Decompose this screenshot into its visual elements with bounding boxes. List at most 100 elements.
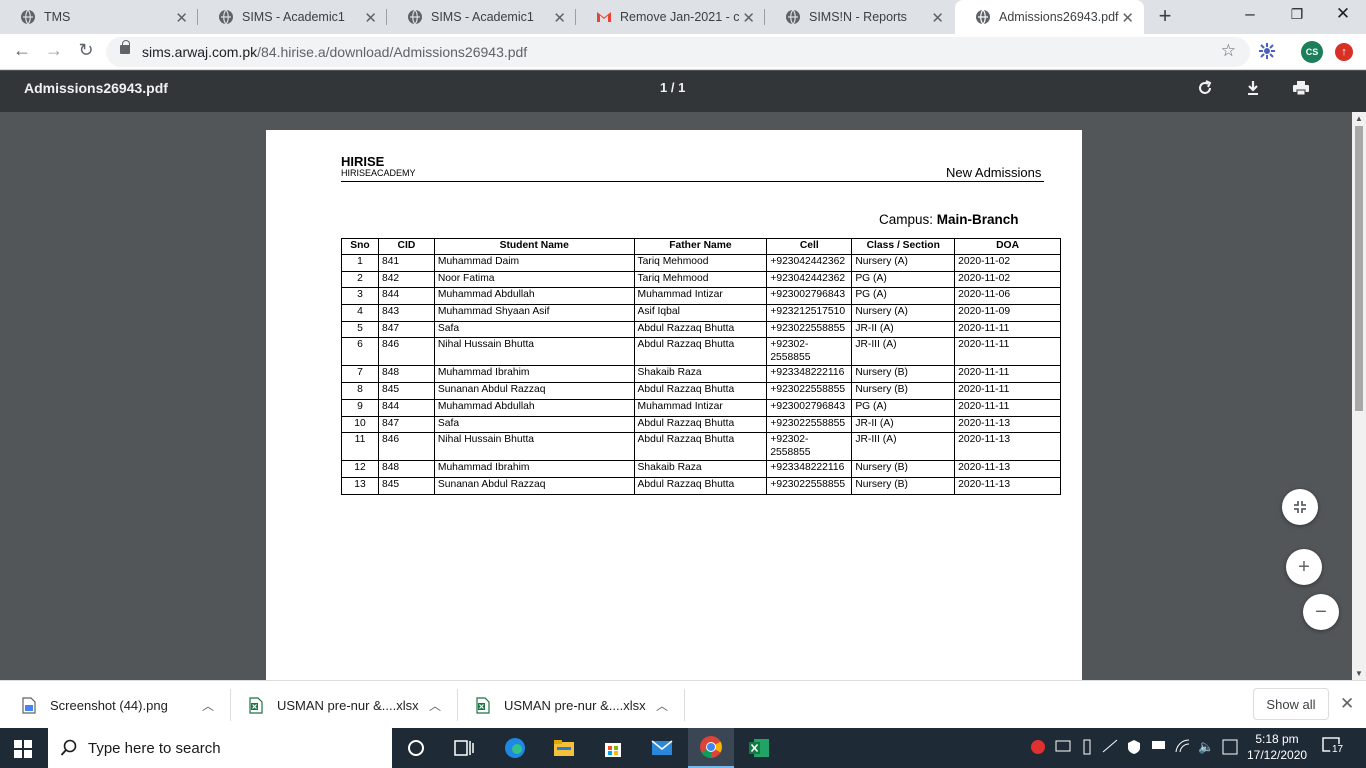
cell-doa: 2020-11-11	[954, 398, 1061, 417]
battery-tray-icon[interactable]	[1151, 739, 1167, 754]
tab-admissions-pdf[interactable]: Admissions26943.pdf ✕	[955, 0, 1144, 34]
tab-close-icon[interactable]: ✕	[364, 9, 377, 27]
pdf-viewer-area[interactable]: HIRISE HIRISEACADEMY New Admissions Camp…	[0, 112, 1366, 680]
tab-sims-reports[interactable]: SIMS!N - Reports ✕	[765, 0, 954, 34]
cell-class: Nursery (B)	[851, 476, 956, 495]
zoom-in-button[interactable]: +	[1286, 549, 1322, 585]
reload-icon[interactable]: ↻	[74, 40, 98, 61]
wifi-tray-icon[interactable]	[1175, 739, 1191, 756]
download-item[interactable]: Screenshot (44).png ︿	[22, 681, 231, 729]
cell-cell: +923348222116	[766, 460, 853, 478]
new-tab-button[interactable]: +	[1153, 3, 1177, 29]
volume-tray-icon[interactable]: 🔈	[1198, 739, 1214, 755]
chevron-up-icon[interactable]: ︿	[656, 697, 668, 714]
hidden-tray-icon[interactable]	[1102, 739, 1118, 756]
cell-cid: 844	[377, 398, 435, 417]
cell-student: Safa	[433, 320, 635, 339]
close-shelf-icon[interactable]: ✕	[1340, 694, 1354, 714]
lock-icon	[120, 40, 130, 54]
scrollbar-thumb[interactable]	[1355, 126, 1363, 411]
tab-sims-academic-2[interactable]: SIMS - Academic1 ✕	[387, 0, 576, 34]
cell-cell: +923022558855	[766, 415, 853, 434]
network-tray-icon[interactable]	[1055, 739, 1071, 756]
mail-icon[interactable]	[650, 736, 674, 760]
campus-value: Main-Branch	[936, 212, 1019, 227]
tab-sims-academic-1[interactable]: SIMS - Academic1 ✕	[198, 0, 387, 34]
address-bar[interactable]: sims.arwaj.com.pk/84.hirise.a/download/A…	[106, 37, 1250, 67]
column-header: CID	[377, 238, 435, 255]
cell-class: JR-III (A)	[851, 432, 956, 462]
cell-cid: 842	[377, 270, 435, 289]
tab-gmail[interactable]: Remove Jan-2021 - cs.a ✕	[576, 0, 765, 34]
taskbar-search-box[interactable]: Type here to search	[48, 728, 392, 768]
table-row: 11 846 Nihal Hussain Bhutta Abdul Razzaq Bh…	[341, 432, 1061, 462]
profile-avatar[interactable]: CS	[1301, 41, 1323, 63]
restore-button[interactable]: ❐	[1277, 6, 1317, 23]
print-icon[interactable]	[1290, 78, 1312, 100]
download-separator	[230, 689, 231, 721]
cell-doa: 2020-11-02	[954, 270, 1061, 289]
download-item[interactable]: USMAN pre-nur &....xlsx ︿	[249, 681, 458, 729]
tab-close-icon[interactable]: ✕	[1121, 9, 1134, 27]
clock-date: 17/12/2020	[1247, 748, 1308, 762]
download-item[interactable]: USMAN pre-nur &....xlsx ︿	[476, 681, 685, 729]
pdf-page: HIRISE HIRISEACADEMY New Admissions Camp…	[266, 130, 1082, 680]
usb-tray-icon[interactable]	[1081, 739, 1093, 758]
cell-cid: 848	[377, 365, 435, 384]
cell-father: Abdul Razzaq Bhutta	[633, 320, 768, 339]
tab-label: Remove Jan-2021 - cs.a	[620, 10, 740, 24]
fit-to-page-button[interactable]	[1282, 489, 1318, 525]
zoom-out-button[interactable]: −	[1303, 594, 1339, 630]
minimize-button[interactable]: –	[1230, 4, 1270, 24]
cell-father: Abdul Razzaq Bhutta	[633, 415, 768, 434]
chevron-up-icon[interactable]: ︿	[429, 697, 441, 714]
forward-arrow-icon[interactable]: →	[42, 40, 66, 61]
scroll-up-icon[interactable]: ▲	[1352, 114, 1366, 123]
cell-cid: 841	[377, 254, 435, 272]
tab-close-icon[interactable]: ✕	[742, 9, 755, 27]
tab-tms[interactable]: TMS ✕	[0, 0, 198, 34]
vertical-scrollbar[interactable]: ▲ ▼	[1352, 112, 1366, 680]
globe-icon	[407, 9, 423, 25]
back-arrow-icon[interactable]: ←	[10, 40, 34, 61]
chrome-icon[interactable]	[688, 728, 734, 768]
cell-father: Muhammad Intizar	[633, 398, 768, 417]
cell-cell: +923212517510	[766, 304, 853, 322]
close-window-button[interactable]: ✕	[1323, 4, 1363, 24]
store-icon[interactable]	[601, 736, 625, 760]
bookmark-star-icon[interactable]: ☆	[1221, 41, 1236, 61]
globe-icon	[20, 9, 36, 25]
language-tray-icon[interactable]	[1222, 739, 1238, 758]
cell-sno: 11	[341, 432, 379, 462]
windows-start-icon[interactable]	[14, 740, 32, 758]
antivirus-tray-icon[interactable]	[1030, 739, 1046, 758]
cell-class: PG (A)	[851, 287, 956, 306]
globe-icon	[218, 9, 234, 25]
extension-icon[interactable]	[1258, 42, 1276, 65]
cell-doa: 2020-11-11	[954, 382, 1061, 400]
search-icon	[60, 739, 77, 756]
tab-close-icon[interactable]: ✕	[553, 9, 566, 27]
browser-tab-strip: TMS ✕ SIMS - Academic1 ✕ SIMS - Academic…	[0, 0, 1366, 34]
chevron-up-icon[interactable]: ︿	[202, 697, 214, 714]
cell-father: Tariq Mehmood	[633, 254, 768, 272]
edge-icon[interactable]	[503, 736, 527, 760]
tab-close-icon[interactable]: ✕	[931, 9, 944, 27]
cortana-icon[interactable]	[404, 736, 428, 760]
cell-sno: 9	[341, 398, 379, 417]
update-arrow-icon[interactable]: ↑	[1335, 43, 1353, 61]
file-explorer-icon[interactable]	[552, 736, 576, 760]
rotate-icon[interactable]	[1194, 78, 1216, 100]
cell-student: Nihal Hussain Bhutta	[433, 432, 635, 462]
scroll-down-icon[interactable]: ▼	[1352, 669, 1366, 678]
taskbar-clock[interactable]: 5:18 pm 17/12/2020	[1247, 731, 1307, 763]
task-view-icon[interactable]	[452, 736, 476, 760]
security-tray-icon[interactable]	[1127, 739, 1141, 758]
excel-icon[interactable]	[747, 736, 771, 760]
cell-doa: 2020-11-11	[954, 337, 1061, 367]
tab-close-icon[interactable]: ✕	[175, 9, 188, 27]
notification-center-icon[interactable]: 17	[1322, 737, 1346, 759]
download-icon[interactable]	[1242, 78, 1264, 100]
show-all-downloads-button[interactable]: Show all	[1253, 688, 1329, 720]
cell-doa: 2020-11-11	[954, 320, 1061, 339]
